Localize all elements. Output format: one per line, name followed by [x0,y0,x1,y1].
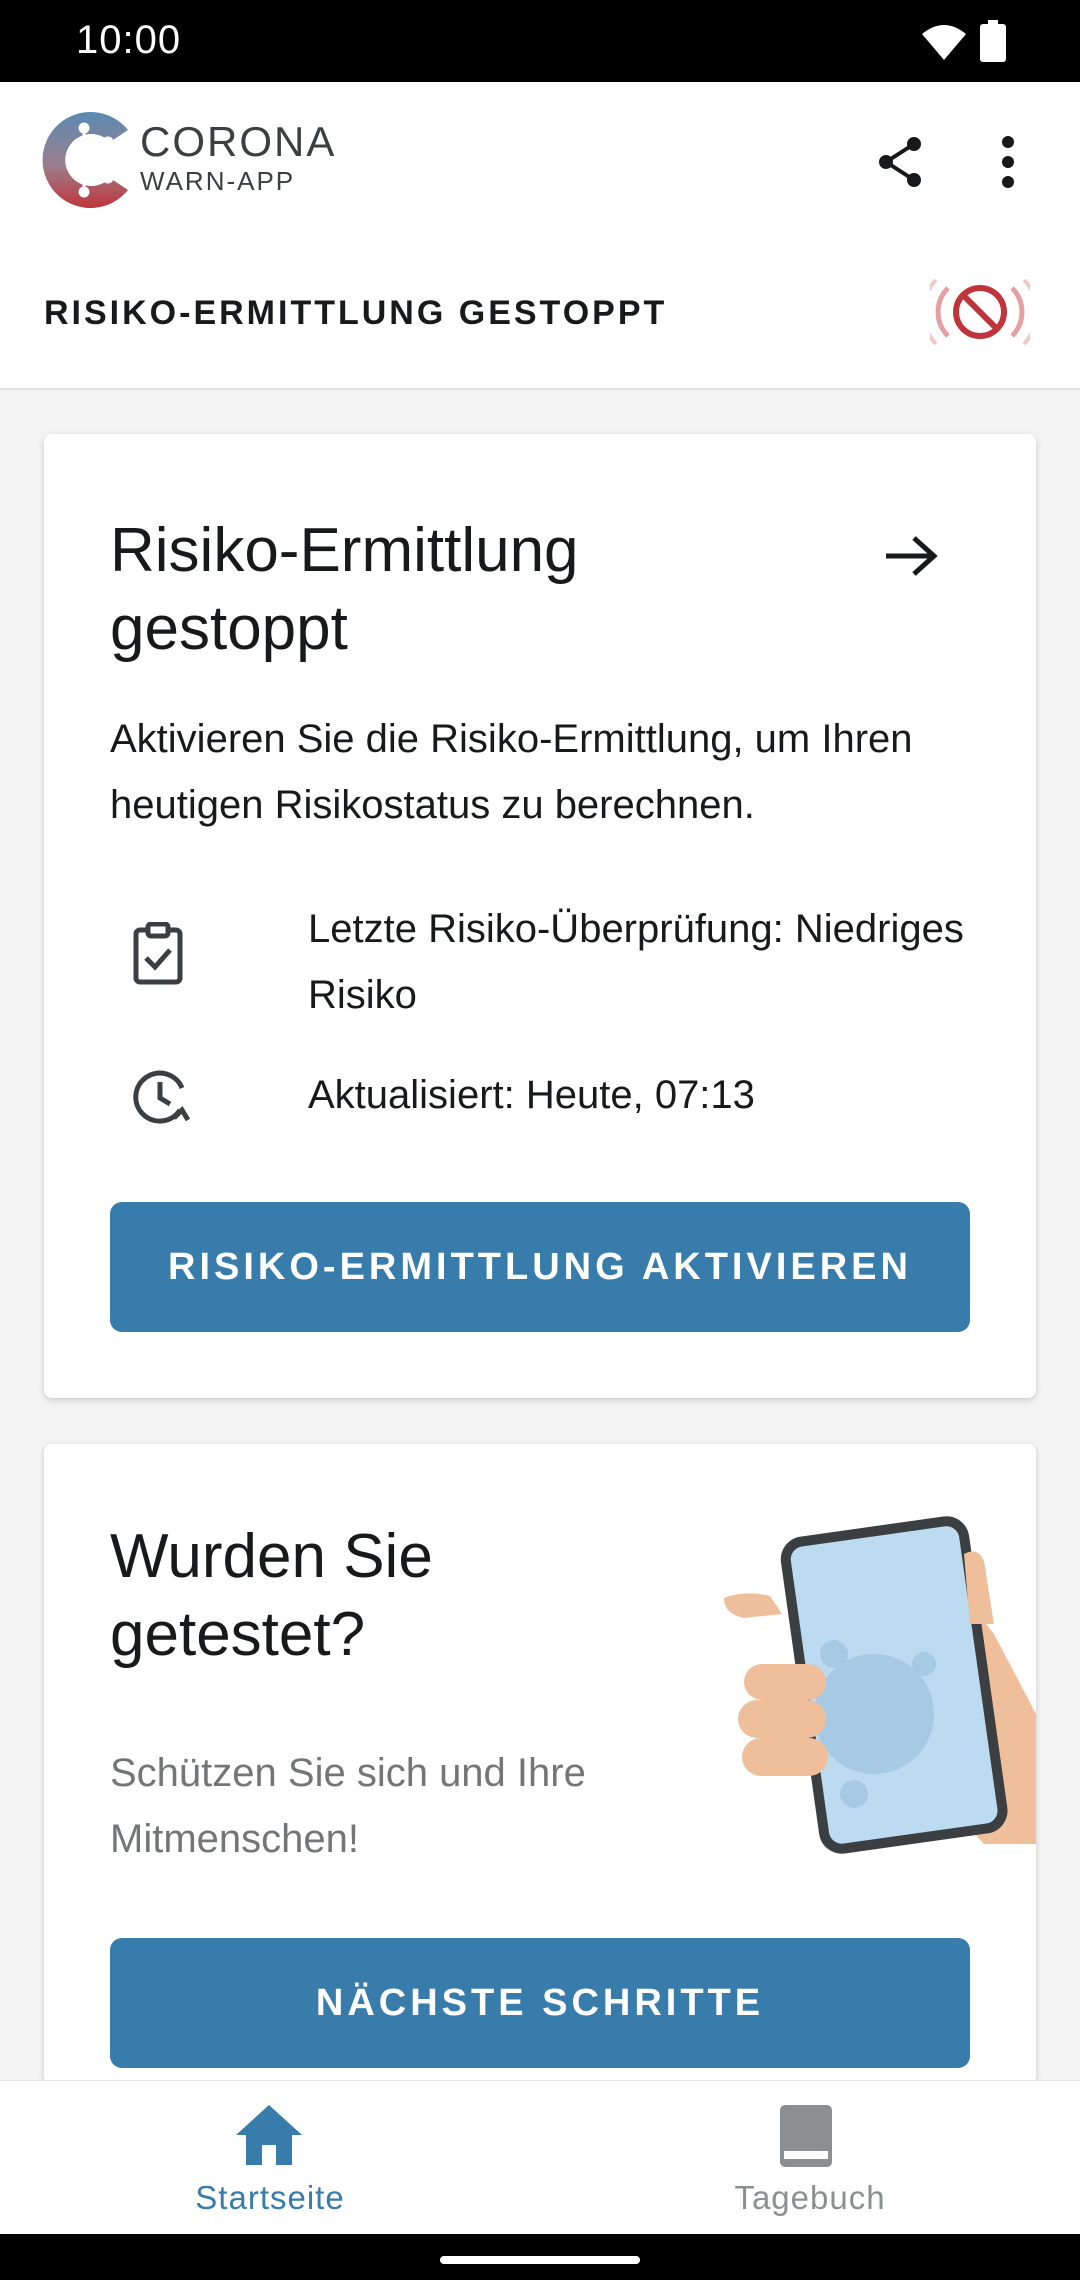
risk-card-title: Risiko-Ermittlung gestoppt [110,516,579,663]
book-icon [778,2103,834,2174]
risk-card-description: Aktivieren Sie die Risiko-Ermittlung, um… [110,717,913,827]
tracing-off-icon [921,272,1039,357]
corona-warn-app-logo-icon [42,108,132,217]
bottom-navigation: Startseite Tagebuch [0,2080,1080,2234]
nav-item-tagebuch[interactable]: Tagebuch [540,2081,1080,2235]
system-navigation-bar [0,2234,1080,2280]
clipboard-check-icon [130,921,186,991]
status-time: 10:00 [76,18,182,62]
app-bar: CORONA WARN-APP RISIKO-ERMITTLUNG GESTOP… [0,82,1080,390]
home-icon [234,2103,304,2172]
nav-label-startseite: Startseite [195,2179,345,2216]
updated-text: Aktualisiert: Heute, 07:13 [308,1073,755,1117]
test-card[interactable]: Wurden Sie getestet? Schützen Sie sich u… [44,1444,1036,2084]
more-vert-icon[interactable] [1000,134,1016,195]
next-steps-button[interactable]: NÄCHSTE SCHRITTE [110,1938,970,2068]
battery-icon [980,20,1006,67]
test-card-title: Wurden Sie getestet? [110,1522,433,1669]
home-gesture-handle[interactable] [440,2256,640,2264]
logo-title: CORONA [140,118,337,165]
wifi-icon [920,22,968,67]
risk-status-banner-title: RISIKO-ERMITTLUNG GESTOPPT [44,294,668,332]
logo-subtitle: WARN-APP [140,166,296,196]
share-icon[interactable] [876,134,926,195]
test-card-description: Schützen Sie sich und Ihre Mitmenschen! [110,1751,586,1861]
activate-risk-tracing-button[interactable]: RISIKO-ERMITTLUNG AKTIVIEREN [110,1202,970,1332]
arrow-right-icon[interactable] [884,534,940,583]
hand-holding-phone-illustration [724,1514,1036,1859]
risk-card[interactable]: Risiko-Ermittlung gestoppt Aktivieren Si… [44,434,1036,1398]
clock-update-icon [130,1066,191,1131]
nav-label-tagebuch: Tagebuch [734,2179,886,2216]
last-check-text: Letzte Risiko-Überprüfung: Niedriges Ris… [308,907,964,1017]
status-bar: 10:00 [0,0,1080,82]
nav-item-startseite[interactable]: Startseite [0,2081,540,2235]
